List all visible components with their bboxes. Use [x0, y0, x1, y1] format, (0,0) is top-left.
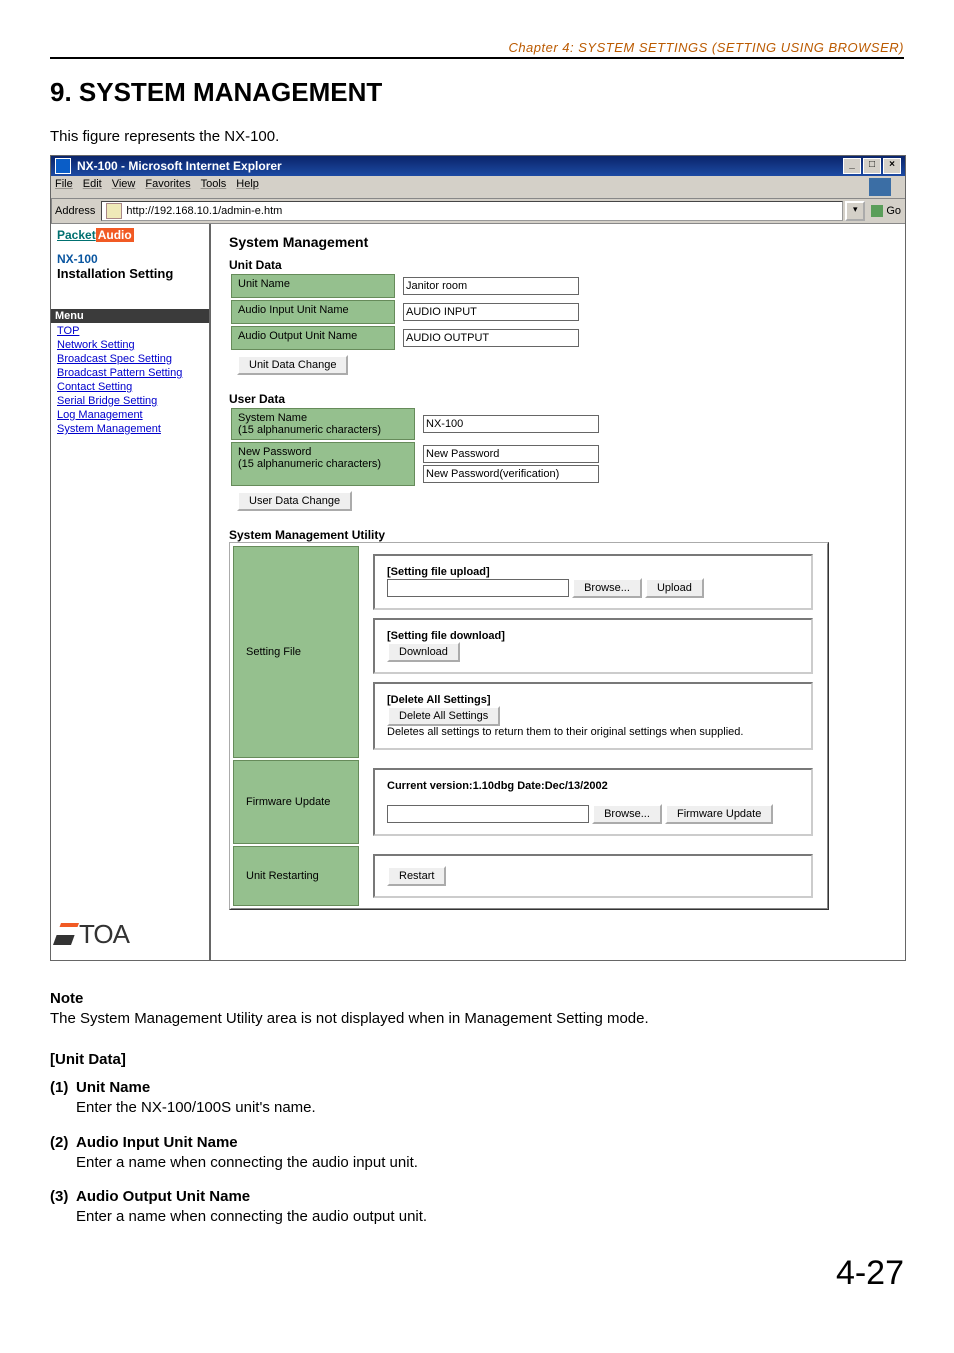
url-dropdown-icon[interactable]: ▾: [845, 201, 865, 221]
unitdata-head: [Unit Data]: [50, 1050, 904, 1070]
audio-input-label: Audio Input Unit Name: [231, 300, 395, 324]
upload-head: [Setting file upload]: [387, 566, 490, 578]
system-name-label: System Name: [238, 412, 307, 424]
window-title: NX-100 - Microsoft Internet Explorer: [77, 159, 282, 173]
new-password-label: New Password: [238, 446, 311, 458]
delete-all-button[interactable]: Delete All Settings: [387, 706, 500, 726]
user-data-change-button[interactable]: User Data Change: [237, 491, 352, 511]
note-text: The System Management Utility area is no…: [50, 1009, 904, 1029]
new-password-input[interactable]: [423, 445, 599, 463]
chapter-header: Chapter 4: SYSTEM SETTINGS (SETTING USIN…: [50, 40, 904, 55]
menu-tools[interactable]: Tools: [201, 178, 227, 196]
url-text: http://192.168.10.1/admin-e.htm: [126, 205, 282, 217]
unit-name-label: Unit Name: [231, 274, 395, 298]
unit-data-heading: Unit Data: [229, 258, 887, 272]
menu-view[interactable]: View: [112, 178, 136, 196]
brand-logo: PacketAudio: [57, 228, 203, 242]
menu-edit[interactable]: Edit: [83, 178, 102, 196]
user-data-heading: User Data: [229, 392, 887, 406]
maximize-icon[interactable]: □: [863, 158, 881, 174]
address-bar: Address http://192.168.10.1/admin-e.htm …: [51, 199, 905, 224]
address-label: Address: [55, 205, 95, 217]
sidebar-item-top[interactable]: TOP: [57, 325, 79, 337]
delete-head: [Delete All Settings]: [387, 694, 491, 706]
browse-upload-button[interactable]: Browse...: [572, 578, 642, 598]
close-icon[interactable]: ×: [883, 158, 901, 174]
sidebar-item-contact[interactable]: Contact Setting: [57, 381, 132, 393]
new-password-verify-input[interactable]: [423, 465, 599, 483]
list-item: (1)Unit Name Enter the NX-100/100S unit'…: [50, 1078, 904, 1119]
firmware-version: Current version:1.10dbg Date:Dec/13/2002: [387, 780, 608, 792]
setting-file-label: Setting File: [233, 546, 359, 758]
system-name-input[interactable]: [423, 415, 599, 433]
menu-bar: File Edit View Favorites Tools Help: [51, 176, 905, 199]
list-item: (3)Audio Output Unit Name Enter a name w…: [50, 1187, 904, 1228]
firmware-update-button[interactable]: Firmware Update: [665, 804, 773, 824]
sidebar-item-broadcast-pattern[interactable]: Broadcast Pattern Setting: [57, 367, 182, 379]
sidebar-item-system[interactable]: System Management: [57, 423, 161, 435]
utility-heading: System Management Utility: [229, 528, 887, 542]
go-button[interactable]: Go: [871, 205, 901, 217]
upload-button[interactable]: Upload: [645, 578, 704, 598]
note-label: Note: [50, 989, 904, 1009]
download-button[interactable]: Download: [387, 642, 460, 662]
restart-button[interactable]: Restart: [387, 866, 446, 886]
menu-file[interactable]: File: [55, 178, 73, 196]
menu-header: Menu: [51, 309, 209, 323]
menu-help[interactable]: Help: [236, 178, 259, 196]
toa-logo: TOA: [57, 919, 129, 950]
section-title: 9. SYSTEM MANAGEMENT: [50, 77, 904, 108]
browse-firmware-button[interactable]: Browse...: [592, 804, 662, 824]
sidebar-item-broadcast-spec[interactable]: Broadcast Spec Setting: [57, 353, 172, 365]
title-bar: NX-100 - Microsoft Internet Explorer _ □…: [51, 156, 905, 176]
page-icon: [106, 203, 122, 219]
firmware-label: Firmware Update: [233, 760, 359, 844]
page-title: System Management: [229, 234, 887, 250]
new-password-hint: (15 alphanumeric characters): [238, 458, 381, 470]
notes-section: Note The System Management Utility area …: [50, 989, 904, 1228]
audio-input-field[interactable]: [403, 303, 579, 321]
delete-note: Deletes all settings to return them to t…: [387, 726, 743, 738]
sidebar: PacketAudio NX-100 Installation Setting …: [51, 224, 211, 960]
minimize-icon[interactable]: _: [843, 158, 861, 174]
main-panel: System Management Unit Data Unit Name Au…: [211, 224, 905, 960]
menu-favorites[interactable]: Favorites: [145, 178, 190, 196]
model-label: NX-100: [57, 252, 203, 266]
download-head: [Setting file download]: [387, 630, 505, 642]
firmware-file-field[interactable]: [387, 805, 589, 823]
divider: [50, 57, 904, 59]
page-number: 4-27: [50, 1254, 904, 1293]
ie-icon: [55, 158, 71, 174]
audio-output-label: Audio Output Unit Name: [231, 326, 395, 350]
upload-file-field[interactable]: [387, 579, 569, 597]
go-label: Go: [886, 205, 901, 217]
go-arrow-icon: [871, 205, 883, 217]
intro-caption: This figure represents the NX-100.: [50, 128, 904, 145]
sidebar-item-serial[interactable]: Serial Bridge Setting: [57, 395, 157, 407]
sidebar-item-network[interactable]: Network Setting: [57, 339, 135, 351]
unit-name-input[interactable]: [403, 277, 579, 295]
system-name-hint: (15 alphanumeric characters): [238, 424, 381, 436]
sidebar-item-log[interactable]: Log Management: [57, 409, 143, 421]
restart-label: Unit Restarting: [233, 846, 359, 906]
audio-output-field[interactable]: [403, 329, 579, 347]
browser-window: NX-100 - Microsoft Internet Explorer _ □…: [50, 155, 906, 961]
unit-data-change-button[interactable]: Unit Data Change: [237, 355, 348, 375]
list-item: (2)Audio Input Unit Name Enter a name wh…: [50, 1133, 904, 1174]
install-label: Installation Setting: [57, 266, 203, 281]
url-field[interactable]: http://192.168.10.1/admin-e.htm: [101, 201, 843, 221]
ie-throbber-icon: [869, 178, 891, 196]
